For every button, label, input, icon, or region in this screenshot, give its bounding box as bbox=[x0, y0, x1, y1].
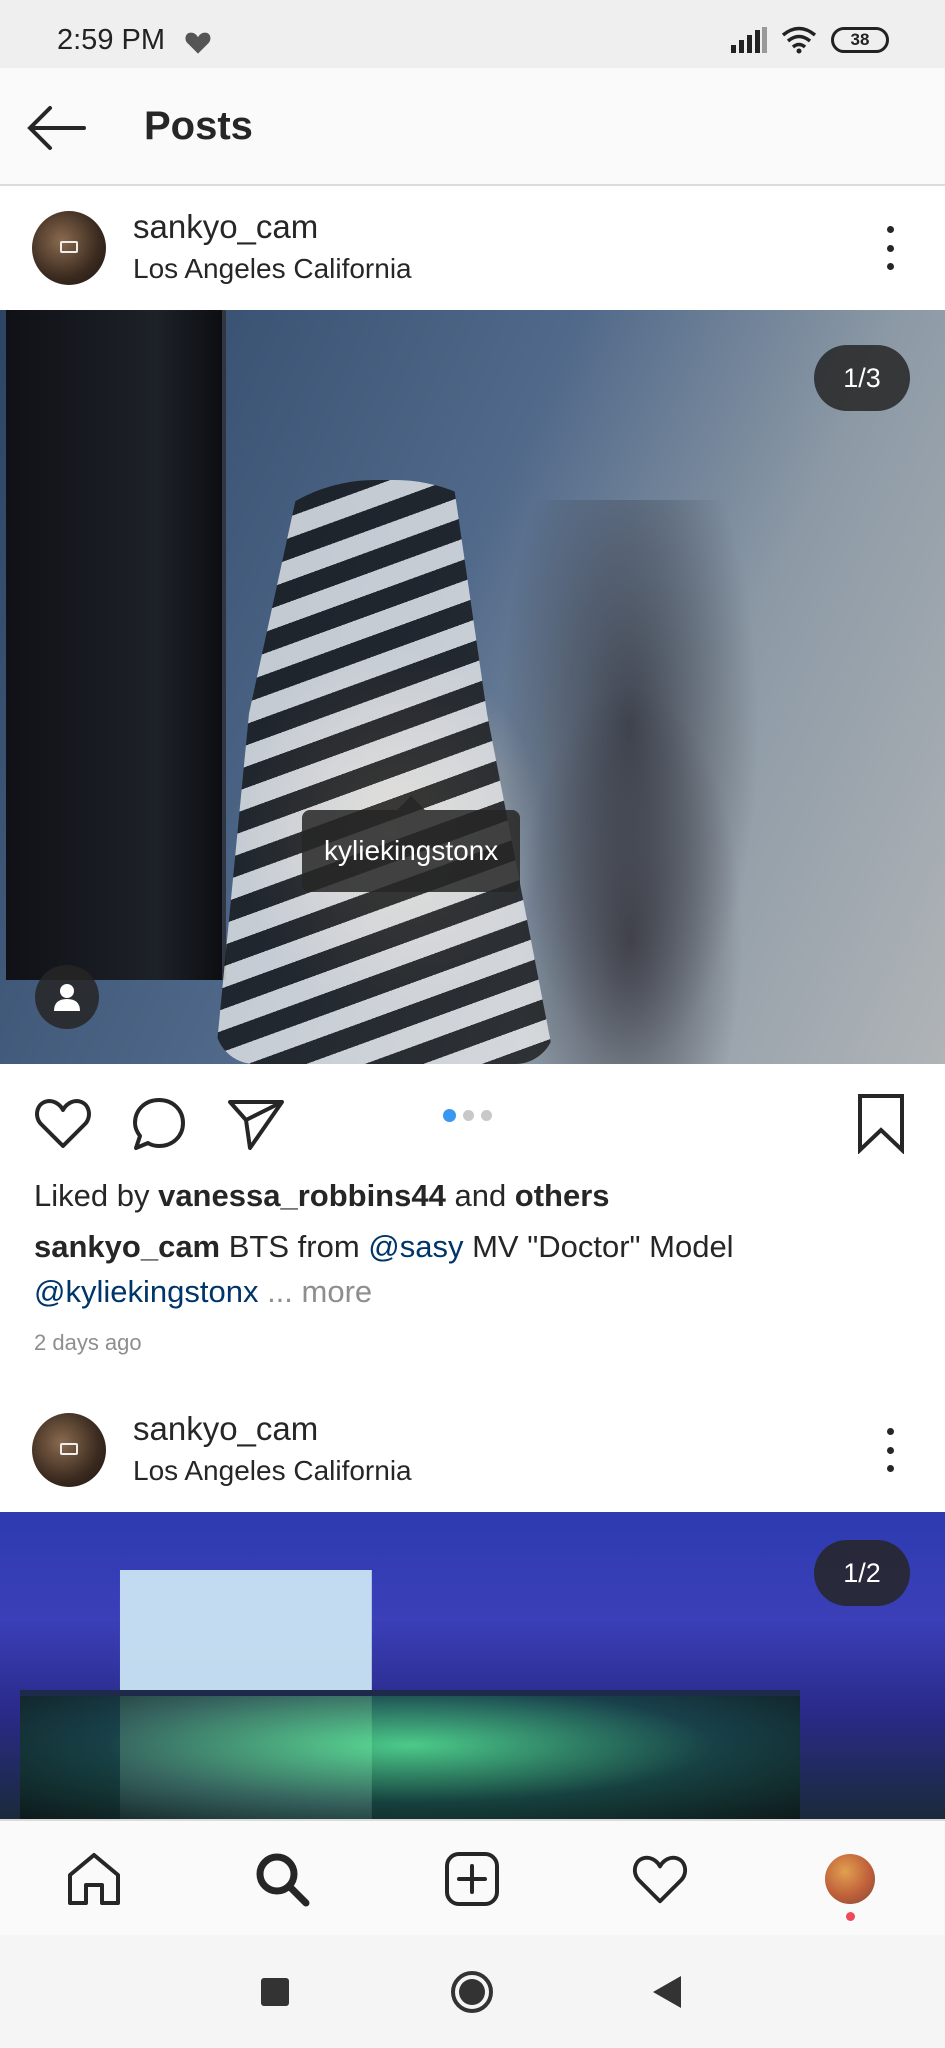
payphone-illustration bbox=[6, 310, 226, 980]
nav-activity[interactable] bbox=[628, 1847, 692, 1911]
caption-text: BTS from bbox=[220, 1229, 369, 1264]
profile-notification-dot bbox=[846, 1912, 855, 1921]
app-header: Posts bbox=[0, 68, 945, 186]
likes-prefix: Liked by bbox=[34, 1178, 159, 1213]
nav-profile[interactable] bbox=[818, 1847, 882, 1911]
status-time: 2:59 PM bbox=[57, 24, 165, 56]
post-header: sankyo_cam Los Angeles California bbox=[0, 1388, 945, 1512]
avatar[interactable] bbox=[32, 211, 106, 285]
circle-icon bbox=[451, 1971, 493, 2013]
search-icon bbox=[256, 1853, 310, 1907]
send-icon[interactable] bbox=[224, 1092, 286, 1154]
avatar-logo bbox=[60, 1443, 78, 1455]
post-location[interactable]: Los Angeles California bbox=[133, 1455, 412, 1487]
caption-username[interactable]: sankyo_cam bbox=[34, 1229, 220, 1264]
system-back-button[interactable] bbox=[643, 1969, 689, 2015]
carousel-indicator bbox=[443, 1109, 492, 1122]
user-tag-bubble[interactable]: kyliekingstonx bbox=[302, 796, 521, 892]
post-photo[interactable]: 1/3 kyliekingstonx bbox=[0, 310, 945, 1064]
likes-and: and bbox=[445, 1178, 515, 1213]
carousel-dot-active bbox=[443, 1109, 456, 1122]
likes-summary[interactable]: Liked by vanessa_robbins44 and others bbox=[34, 1178, 610, 1214]
nav-search[interactable] bbox=[250, 1847, 314, 1911]
bookmark-icon[interactable] bbox=[850, 1092, 912, 1154]
status-bar: 2:59 PM 38 bbox=[0, 0, 945, 68]
liked-by-user[interactable]: vanessa_robbins44 bbox=[158, 1178, 446, 1213]
recent-apps-button[interactable] bbox=[252, 1969, 298, 2015]
neon-sign-artwork bbox=[20, 1690, 800, 1819]
caption-mention[interactable]: @kyliekingstonx bbox=[34, 1274, 258, 1309]
heart-icon[interactable] bbox=[32, 1092, 94, 1154]
post-username[interactable]: sankyo_cam bbox=[133, 208, 318, 246]
signal-icon bbox=[731, 27, 767, 53]
caption-mention[interactable]: @sasy bbox=[368, 1229, 463, 1264]
carousel-dot bbox=[463, 1110, 474, 1121]
more-options-button[interactable] bbox=[875, 226, 905, 270]
avatar-logo bbox=[60, 241, 78, 253]
status-indicators: 38 bbox=[731, 26, 889, 54]
add-post-icon bbox=[445, 1852, 499, 1906]
person-icon bbox=[54, 984, 80, 1011]
post-header: sankyo_cam Los Angeles California bbox=[0, 186, 945, 310]
post-timestamp: 2 days ago bbox=[34, 1330, 142, 1355]
home-icon bbox=[68, 1853, 120, 1905]
slide-counter: 1/2 bbox=[814, 1540, 910, 1606]
caption-more-link[interactable]: ... more bbox=[258, 1274, 372, 1309]
comment-icon[interactable] bbox=[128, 1092, 190, 1154]
user-tags-button[interactable] bbox=[35, 965, 99, 1029]
back-arrow-icon[interactable] bbox=[24, 100, 90, 156]
post-caption: sankyo_cam BTS from @sasy MV "Doctor" Mo… bbox=[34, 1224, 914, 1314]
triangle-back-icon bbox=[653, 1976, 681, 2008]
wifi-icon bbox=[781, 26, 817, 54]
carousel-dot bbox=[481, 1110, 492, 1121]
system-navigation-bar bbox=[0, 1935, 945, 2048]
bottom-navigation bbox=[0, 1819, 945, 1935]
post-photo[interactable]: ■ 1/2 bbox=[0, 1512, 945, 1819]
caption-text: MV "Doctor" Model bbox=[463, 1229, 734, 1264]
liked-by-others[interactable]: others bbox=[515, 1178, 610, 1213]
heart-notification-icon bbox=[185, 32, 211, 54]
slide-counter: 1/3 bbox=[814, 345, 910, 411]
system-home-button[interactable] bbox=[449, 1969, 495, 2015]
more-options-button[interactable] bbox=[875, 1428, 905, 1472]
profile-avatar bbox=[825, 1854, 875, 1904]
battery-indicator: 38 bbox=[831, 27, 889, 53]
avatar[interactable] bbox=[32, 1413, 106, 1487]
page-title: Posts bbox=[144, 104, 253, 148]
nav-home[interactable] bbox=[62, 1847, 126, 1911]
activity-heart-icon bbox=[632, 1855, 688, 1904]
background-figure bbox=[500, 500, 760, 1064]
nav-add-post[interactable] bbox=[440, 1847, 504, 1911]
square-icon bbox=[261, 1978, 289, 2006]
post-username[interactable]: sankyo_cam bbox=[133, 1410, 318, 1448]
post-location[interactable]: Los Angeles California bbox=[133, 253, 412, 285]
